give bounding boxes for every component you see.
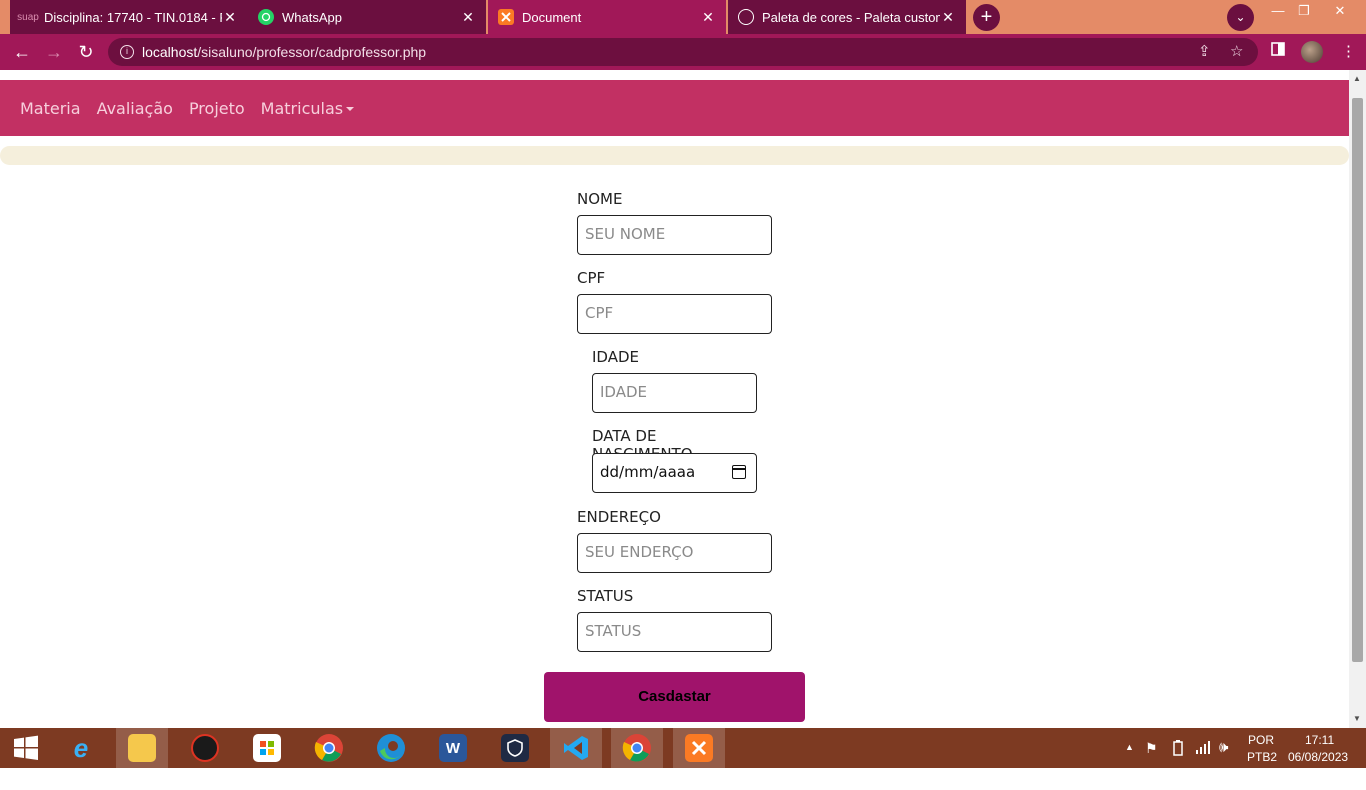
tab-title: Paleta de cores - Paleta customiz [762,9,940,25]
store-icon[interactable] [241,728,293,768]
page-viewport: Materia Avaliação Projeto Matriculas NOM… [0,70,1366,728]
share-icon[interactable]: ⇪ [1198,38,1211,66]
xampp-taskbar-icon[interactable] [673,728,725,768]
tab-title: Disciplina: 17740 - TIN.0184 - Pro [44,9,222,25]
wifi-signal-icon[interactable] [1195,740,1211,780]
new-tab-button[interactable]: + [973,4,1000,31]
internet-explorer-icon[interactable]: e [55,728,107,768]
close-tab-icon[interactable]: ✕ [222,9,238,26]
nav-link-materia[interactable]: Materia [20,99,81,118]
calendar-icon[interactable] [731,465,746,479]
scrollbar-thumb[interactable] [1352,98,1363,662]
browser-toolbar: ← → ↻ i localhost/sisaluno/professor/cad… [0,34,1366,70]
idade-input[interactable]: IDADE [592,373,757,413]
close-tab-icon[interactable]: ✕ [940,9,956,26]
whatsapp-icon [258,9,274,25]
caret-down-icon [346,107,355,111]
scroll-down-icon[interactable]: ▼ [1353,714,1361,723]
tab-document[interactable]: Document ✕ [488,0,726,34]
edge-icon[interactable] [365,728,417,768]
suap-favicon-icon: suap [17,11,39,23]
reload-button[interactable]: ↻ [74,40,98,64]
site-navbar: Materia Avaliação Projeto Matriculas [0,80,1349,136]
close-window-button[interactable]: ✕ [1320,0,1360,34]
nav-link-projeto[interactable]: Projeto [189,99,245,118]
windows-taskbar: e W ▲ ⚑ 🕪 POR PTB2 17:11 06/08/2023 [0,728,1366,768]
tab-search-button[interactable]: ⌄ [1227,4,1254,31]
keyboard-layout-indicator[interactable]: PTB2 [1247,750,1277,790]
date-value: dd/mm/aaaa [600,463,696,481]
xampp-icon [498,9,514,25]
tab-title: Document [522,9,582,25]
nav-dropdown-matriculas[interactable]: Matriculas [260,98,355,118]
network-warning-icon[interactable]: ⚑ [1145,740,1158,780]
side-panel-icon[interactable] [1271,42,1285,60]
tray-overflow-icon[interactable]: ▲ [1125,742,1134,782]
endereco-input[interactable]: SEU ENDERÇO [577,533,772,573]
status-input[interactable]: STATUS [577,612,772,652]
page-scrollbar[interactable]: ▲ ▼ [1349,70,1366,728]
forward-button[interactable]: → [42,40,66,64]
cadastrar-button[interactable]: Casdastar [544,672,805,722]
vscode-icon[interactable] [550,728,602,768]
endereco-label: ENDEREÇO [577,508,661,526]
profile-avatar[interactable] [1301,41,1323,63]
battery-icon[interactable] [1171,740,1185,780]
nome-input[interactable]: SEU NOME [577,215,772,255]
idade-label: IDADE [592,348,639,366]
tab-title: WhatsApp [282,9,342,25]
close-tab-icon[interactable]: ✕ [700,9,716,26]
vpn-shield-icon[interactable] [489,728,541,768]
nome-label: NOME [577,190,623,208]
restore-button[interactable]: ❐ [1284,0,1324,34]
status-label: STATUS [577,587,634,605]
back-button[interactable]: ← [10,40,34,64]
file-explorer-icon[interactable] [116,728,168,768]
tab-disciplina[interactable]: suap Disciplina: 17740 - TIN.0184 - Pro … [10,0,248,34]
url-path: /sisaluno/professor/cadprofessor.php [197,44,427,60]
url-host: localhost [142,44,198,60]
menu-kebab-icon[interactable]: ⋮ [1341,42,1356,60]
alert-banner [0,146,1349,165]
cpf-input[interactable]: CPF [577,294,772,334]
close-tab-icon[interactable]: ✕ [460,9,476,26]
windows-logo-icon [14,735,38,760]
volume-icon[interactable]: 🕪 [1219,739,1228,779]
scroll-up-icon[interactable]: ▲ [1353,74,1361,83]
nascimento-date-input[interactable]: dd/mm/aaaa [592,453,757,493]
nav-link-matriculas: Matriculas [260,98,344,118]
palette-icon [738,9,754,25]
chrome-active-icon[interactable] [611,728,663,768]
chrome-icon[interactable] [303,728,355,768]
clock-date[interactable]: 06/08/2023 [1288,750,1348,790]
tab-strip: suap Disciplina: 17740 - TIN.0184 - Pro … [0,0,1366,34]
word-icon[interactable]: W [427,728,479,768]
nav-link-avaliacao[interactable]: Avaliação [97,99,173,118]
bookmark-star-icon[interactable]: ☆ [1230,38,1243,66]
tab-paleta-de-cores[interactable]: Paleta de cores - Paleta customiz ✕ [728,0,966,34]
cpf-label: CPF [577,269,606,287]
start-button[interactable] [0,728,52,768]
tab-whatsapp[interactable]: WhatsApp ✕ [248,0,486,34]
address-bar[interactable]: i localhost/sisaluno/professor/cadprofes… [108,38,1258,66]
site-info-icon[interactable]: i [120,45,134,59]
game-app-icon[interactable] [179,728,231,768]
